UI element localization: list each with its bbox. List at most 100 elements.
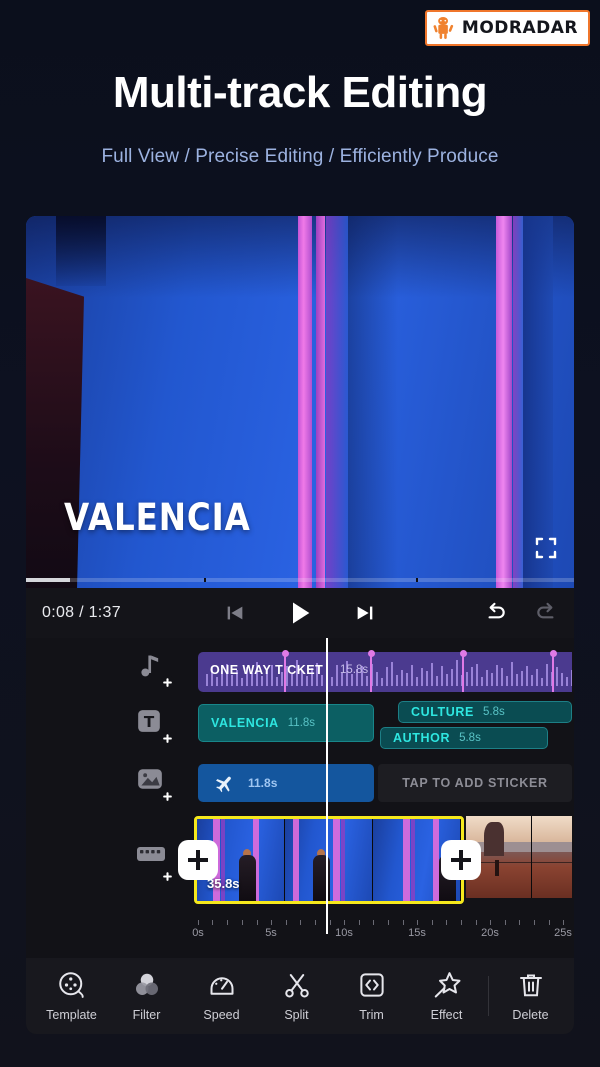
ruler-label: 25s xyxy=(554,927,572,939)
tool-label: Speed xyxy=(203,1008,240,1022)
text-add-icon[interactable]: T xyxy=(136,708,175,746)
beat-marker[interactable] xyxy=(462,652,464,692)
audio-clip-label: ONE WAY TICKET xyxy=(210,663,324,677)
ruler-label: 15s xyxy=(408,927,426,939)
preview-progress-divider xyxy=(416,578,418,582)
plus-icon[interactable] xyxy=(160,789,175,804)
tool-label: Template xyxy=(46,1008,97,1022)
video-clip-next[interactable] xyxy=(466,816,572,904)
preview-shadow xyxy=(56,216,106,286)
sticker-clip[interactable]: 11.8s xyxy=(198,764,374,802)
tool-label: Effect xyxy=(430,1008,463,1022)
preview-pillar-shade xyxy=(326,216,348,588)
tool-label: Delete xyxy=(512,1008,549,1022)
app-frame: VALENCIA 0:08 / 1:37 ONE WAY TICKET 15.8… xyxy=(26,216,574,1034)
magic-star-icon xyxy=(434,972,460,998)
ruler-label: 5s xyxy=(265,927,277,939)
beat-marker[interactable] xyxy=(284,652,286,692)
preview-pillar-shadow xyxy=(348,216,398,588)
add-clip-right-button[interactable] xyxy=(441,840,481,880)
text-clip-duration: 11.8s xyxy=(287,717,316,729)
track-text[interactable]: T VALENCIA 11.8s CULTURE 5.8s AUTHOR 5.8… xyxy=(26,700,574,754)
speedometer-icon xyxy=(210,977,233,995)
preview-right-pillar xyxy=(523,216,553,588)
text-clip-culture[interactable]: CULTURE 5.8s xyxy=(398,701,572,723)
filter-circles-icon xyxy=(135,973,158,995)
fullscreen-icon[interactable] xyxy=(534,536,558,560)
page-subtitle: Full View / Precise Editing / Efficientl… xyxy=(101,146,499,167)
playhead[interactable] xyxy=(326,638,328,934)
sticker-clip-duration: 11.8s xyxy=(248,776,278,790)
tool-label: Filter xyxy=(132,1008,161,1022)
film-strip-add-icon[interactable] xyxy=(136,844,175,884)
android-robot-icon xyxy=(433,17,454,39)
preview-pink-column-1 xyxy=(298,216,312,588)
beat-dot xyxy=(460,650,467,657)
plus-icon[interactable] xyxy=(160,731,175,746)
text-clip-valencia[interactable]: VALENCIA 11.8s xyxy=(198,704,374,742)
text-clip-label: VALENCIA xyxy=(211,716,279,730)
beat-dot xyxy=(368,650,375,657)
redo-icon[interactable] xyxy=(534,600,560,626)
tool-speed[interactable]: Speed xyxy=(184,970,259,1022)
add-clip-left-button[interactable] xyxy=(178,840,218,880)
tool-label: Trim xyxy=(359,1008,384,1022)
template-reel-icon xyxy=(58,972,84,998)
preview-progress-bar[interactable] xyxy=(26,578,574,582)
tool-label: Split xyxy=(284,1008,309,1022)
tool-trim[interactable]: Trim xyxy=(334,970,409,1022)
timeline[interactable]: ONE WAY TICKET 15.8s T VALENCIA 11.8s CU… xyxy=(26,638,574,958)
airplane-icon xyxy=(216,776,231,793)
beat-marker[interactable] xyxy=(370,652,372,692)
plus-icon[interactable] xyxy=(160,675,175,690)
track-video[interactable]: 35.8s xyxy=(26,816,574,908)
video-thumbnail xyxy=(532,816,572,898)
preview-pink-column-3 xyxy=(496,216,512,588)
track-audio[interactable]: ONE WAY TICKET 15.8s xyxy=(26,646,574,694)
preview-pink-column-2 xyxy=(316,216,325,588)
brand-logo: MODRADAR xyxy=(424,10,590,46)
video-preview[interactable]: VALENCIA xyxy=(26,216,574,588)
text-clip-duration: 5.8s xyxy=(459,732,481,744)
image-add-icon[interactable] xyxy=(136,766,175,804)
preview-overlay-text: VALENCIA xyxy=(64,496,251,539)
page-title: Multi-track Editing xyxy=(112,68,488,117)
text-clip-author[interactable]: AUTHOR 5.8s xyxy=(380,727,548,749)
time-ruler[interactable]: 0s 5s 10s 15s 20s 25s xyxy=(26,916,574,944)
trash-icon xyxy=(519,974,542,997)
preview-progress-fill xyxy=(26,578,70,582)
skip-previous-icon[interactable] xyxy=(224,602,246,624)
preview-progress-divider xyxy=(204,578,206,582)
beat-marker[interactable] xyxy=(552,652,554,692)
tool-split[interactable]: Split xyxy=(259,970,334,1022)
trim-brackets-icon xyxy=(359,973,384,997)
audio-clip[interactable]: ONE WAY TICKET 15.8s xyxy=(198,652,572,692)
tool-filter[interactable]: Filter xyxy=(109,970,184,1022)
tool-delete[interactable]: Delete xyxy=(493,970,568,1022)
ruler-label: 20s xyxy=(481,927,499,939)
beat-dot xyxy=(550,650,557,657)
undo-icon[interactable] xyxy=(482,600,508,626)
sticker-add-placeholder[interactable]: TAP TO ADD STICKER xyxy=(378,764,572,802)
ruler-label: 10s xyxy=(335,927,353,939)
bottom-toolbar[interactable]: Template Filter Speed Split Trim Effect … xyxy=(26,958,574,1034)
brand-name: MODRADAR xyxy=(461,18,578,38)
skip-next-icon[interactable] xyxy=(354,602,376,624)
tool-effect[interactable]: Effect xyxy=(409,970,484,1022)
track-sticker[interactable]: 11.8s TAP TO ADD STICKER xyxy=(26,760,574,808)
playback-time: 0:08 / 1:37 xyxy=(42,604,121,621)
video-thumbnail xyxy=(285,819,373,901)
preview-pink-column-4 xyxy=(513,216,523,588)
text-clip-label: CULTURE xyxy=(411,705,474,719)
beat-dot xyxy=(282,650,289,657)
play-icon[interactable] xyxy=(286,599,314,627)
text-clip-label: AUTHOR xyxy=(393,731,451,745)
page-root: MODRADAR Multi-track Editing Full View /… xyxy=(0,0,600,1067)
scissors-icon xyxy=(284,974,309,998)
ruler-label: 0s xyxy=(192,927,204,939)
plus-icon[interactable] xyxy=(160,869,175,884)
video-clip-selected[interactable]: 35.8s xyxy=(194,816,464,904)
preview-left-structure xyxy=(26,278,84,588)
music-note-add-icon[interactable] xyxy=(136,652,175,690)
tool-template[interactable]: Template xyxy=(34,970,109,1022)
